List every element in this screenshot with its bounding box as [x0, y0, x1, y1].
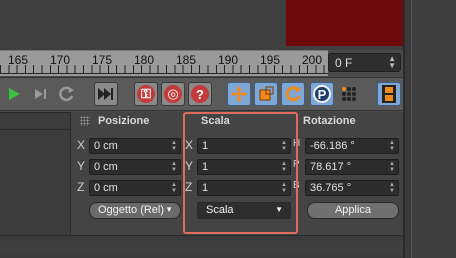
spinner-icon[interactable]: ▲ ▼	[171, 182, 177, 194]
rotation-b-field[interactable]: 36.765 ° ▲ ▼	[305, 180, 399, 196]
goto-end-icon	[98, 88, 113, 100]
goto-end-button[interactable]	[94, 82, 118, 106]
position-y-field[interactable]: 0 cm ▲ ▼	[89, 159, 181, 175]
points-key-icon	[342, 87, 356, 101]
position-y-value: 0 cm	[94, 161, 118, 173]
position-key-button[interactable]: P	[310, 82, 334, 106]
current-frame-value: 0 F	[335, 56, 353, 70]
position-z-value: 0 cm	[94, 182, 118, 194]
scale-icon	[259, 86, 274, 101]
drag-grip-icon[interactable]	[80, 116, 90, 126]
spinner-icon[interactable]: ▲ ▼	[171, 140, 177, 152]
help-button[interactable]: ?	[188, 82, 212, 106]
rotation-header: Rotazione	[303, 115, 356, 127]
timeline-ruler[interactable]: 165 170 175 180 185 190 195 200	[0, 50, 328, 76]
scale-key-button[interactable]	[254, 82, 278, 106]
position-x-value: 0 cm	[94, 140, 118, 152]
position-z-field[interactable]: 0 cm ▲ ▼	[89, 180, 181, 196]
position-x-field[interactable]: 0 cm ▲ ▼	[89, 138, 181, 154]
move-key-button[interactable]	[227, 82, 251, 106]
film-button[interactable]	[377, 82, 401, 106]
position-axis-x-label: X	[77, 138, 86, 152]
bottom-bar	[0, 235, 403, 258]
next-key-button[interactable]	[30, 82, 52, 106]
position-header: Posizione	[98, 115, 150, 127]
position-mode-dropdown[interactable]: Oggetto (Rel) ▼	[89, 202, 181, 219]
ruler-baseline	[0, 73, 328, 74]
rotation-h-value: -66.186 °	[310, 140, 355, 152]
auto-key-button[interactable]: ◎	[161, 82, 185, 106]
current-frame-field[interactable]: 0 F ▲ ▼	[328, 53, 401, 72]
right-panel	[403, 0, 456, 258]
position-axis-z-label: Z	[77, 180, 85, 194]
play-icon	[9, 88, 20, 100]
ruler-ticks	[0, 65, 328, 73]
rotation-p-field[interactable]: 78.617 ° ▲ ▼	[305, 159, 399, 175]
scale-column-highlight	[183, 112, 298, 234]
rotation-h-field[interactable]: -66.186 ° ▲ ▼	[305, 138, 399, 154]
chevron-down-icon: ▼	[165, 205, 173, 214]
move-icon	[231, 86, 247, 102]
spinner-icon[interactable]: ▲ ▼	[389, 161, 395, 173]
points-key-button[interactable]	[337, 82, 361, 106]
apply-button[interactable]: Applica	[307, 202, 399, 219]
position-axis-y-label: Y	[77, 159, 86, 173]
frame-spinner-icon[interactable]: ▲ ▼	[388, 55, 396, 70]
viewport-preview[interactable]	[286, 0, 403, 46]
loop-button[interactable]	[56, 82, 78, 106]
spinner-icon[interactable]: ▲ ▼	[389, 140, 395, 152]
rotation-b-value: 36.765 °	[310, 182, 352, 194]
rotation-p-value: 78.617 °	[310, 161, 352, 173]
left-panel	[0, 112, 70, 235]
next-key-icon	[35, 89, 46, 99]
animation-toolbar: ⚿ ◎ ? P	[0, 77, 403, 111]
play-button[interactable]	[3, 82, 25, 106]
record-key-icon: ⚿	[137, 85, 155, 103]
spinner-icon[interactable]: ▲ ▼	[171, 161, 177, 173]
rotate-key-button[interactable]	[281, 82, 305, 106]
position-key-icon: P	[313, 85, 331, 103]
film-icon	[382, 85, 396, 103]
loop-icon	[59, 86, 74, 102]
auto-key-icon: ◎	[164, 85, 182, 103]
help-icon: ?	[191, 85, 209, 103]
rotate-icon	[285, 86, 301, 102]
position-mode-value: Oggetto (Rel)	[98, 204, 165, 216]
spinner-icon[interactable]: ▲ ▼	[389, 182, 395, 194]
record-key-button[interactable]: ⚿	[134, 82, 158, 106]
